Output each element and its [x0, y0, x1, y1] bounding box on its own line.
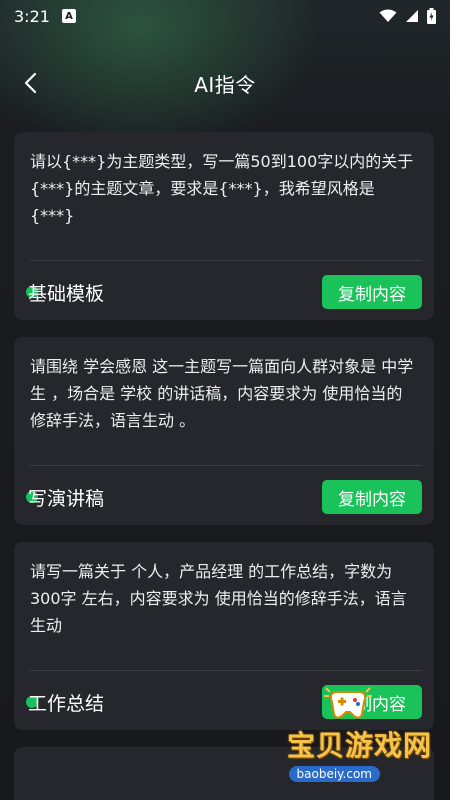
- status-bar: 3:21 A: [0, 0, 450, 32]
- battery-icon: [427, 8, 436, 24]
- notification-icon: A: [61, 9, 76, 23]
- header: AI指令: [0, 50, 450, 116]
- status-time: 3:21: [14, 6, 50, 26]
- card-divider: [30, 670, 422, 671]
- app-screen: 3:21 A AI指令 请以{***}为主题类型，写一篇50到100字以内的关于…: [0, 0, 450, 800]
- wifi-icon: [379, 9, 397, 22]
- status-icons: [379, 8, 436, 24]
- chevron-left-icon: [24, 72, 37, 94]
- card-footer: 基础模板 复制内容: [26, 272, 422, 312]
- watermark-url: baobeiy.com: [288, 766, 380, 782]
- watermark-text: 宝贝游戏网: [286, 729, 432, 762]
- instruction-card: 请以{***}为主题类型，写一篇50到100字以内的关于{***}的主题文章，要…: [14, 132, 434, 320]
- copy-content-button[interactable]: 复制内容: [322, 480, 422, 514]
- card-tag: 工作总结: [26, 689, 104, 716]
- card-divider: [30, 260, 422, 261]
- signal-icon: [406, 10, 418, 22]
- tag-label: 写演讲稿: [28, 487, 105, 510]
- instruction-text: 请写一篇关于 个人，产品经理 的工作总结，字数为300字 左右，内容要求为 使用…: [30, 562, 407, 635]
- card-tag: 写演讲稿: [26, 484, 104, 511]
- gamepad-icon: [324, 687, 372, 719]
- card-footer: 写演讲稿 复制内容: [26, 477, 422, 517]
- copy-content-button[interactable]: 复制内容: [322, 275, 422, 309]
- tag-label: 基础模板: [28, 282, 105, 305]
- instruction-text: 请围绕 学会感恩 这一主题写一篇面向人群对象是 中学生 ，场合是 学校 的讲话稿…: [30, 357, 414, 430]
- back-button[interactable]: [14, 67, 46, 99]
- watermark: 宝贝游戏网 baobeiy.com: [262, 687, 432, 788]
- page-title: AI指令: [194, 72, 256, 97]
- card-tag: 基础模板: [26, 279, 104, 306]
- card-divider: [30, 465, 422, 466]
- tag-label: 工作总结: [28, 692, 105, 715]
- instruction-text: 请以{***}为主题类型，写一篇50到100字以内的关于{***}的主题文章，要…: [30, 152, 414, 225]
- instruction-card: 请围绕 学会感恩 这一主题写一篇面向人群对象是 中学生 ，场合是 学校 的讲话稿…: [14, 337, 434, 525]
